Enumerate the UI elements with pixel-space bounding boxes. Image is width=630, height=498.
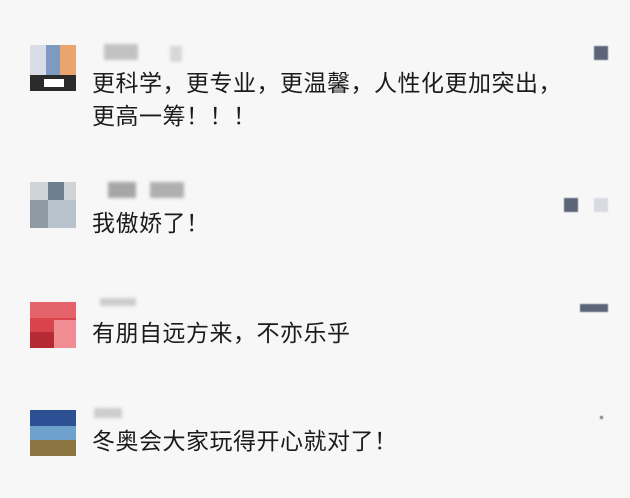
like-icon[interactable] xyxy=(594,46,608,60)
username-blurred[interactable] xyxy=(94,408,122,418)
like-icon[interactable] xyxy=(600,416,603,419)
comment-text: 我傲娇了！ xyxy=(92,211,210,237)
avatar[interactable] xyxy=(30,410,76,456)
comment-item-4: 冬奥会大家玩得开心就对了！ xyxy=(0,400,630,498)
username-blurred[interactable] xyxy=(100,298,136,306)
like-icon[interactable] xyxy=(564,198,578,212)
comment-item-2: 我傲娇了！ xyxy=(0,160,630,280)
username-blurred[interactable] xyxy=(108,182,136,198)
avatar-image xyxy=(30,302,76,348)
avatar[interactable] xyxy=(30,302,76,348)
avatar-image xyxy=(30,182,76,228)
comment-text-line-2: 更高一筹！！！ xyxy=(92,104,257,130)
like-icon-faded xyxy=(594,198,608,212)
avatar[interactable] xyxy=(30,182,76,228)
avatar-image xyxy=(30,45,76,91)
avatar[interactable] xyxy=(30,45,76,91)
username-blurred[interactable] xyxy=(104,44,138,60)
avatar-image xyxy=(30,410,76,456)
comment-text-line-1: 更科学，更专业，更温馨，人性化更加突出， xyxy=(92,71,562,97)
username-blurred-2 xyxy=(150,182,184,198)
comment-text: 冬奥会大家玩得开心就对了！ xyxy=(92,429,398,455)
comment-item-1: 更科学，更专业，更温馨，人性化更加突出， 更高一筹！！！ xyxy=(0,0,630,160)
like-icon[interactable] xyxy=(580,304,608,312)
username-blurred-2 xyxy=(170,46,182,62)
comment-text: 有朋自远方来，不亦乐乎 xyxy=(92,321,351,347)
comment-item-3: 有朋自远方来，不亦乐乎 xyxy=(0,280,630,400)
